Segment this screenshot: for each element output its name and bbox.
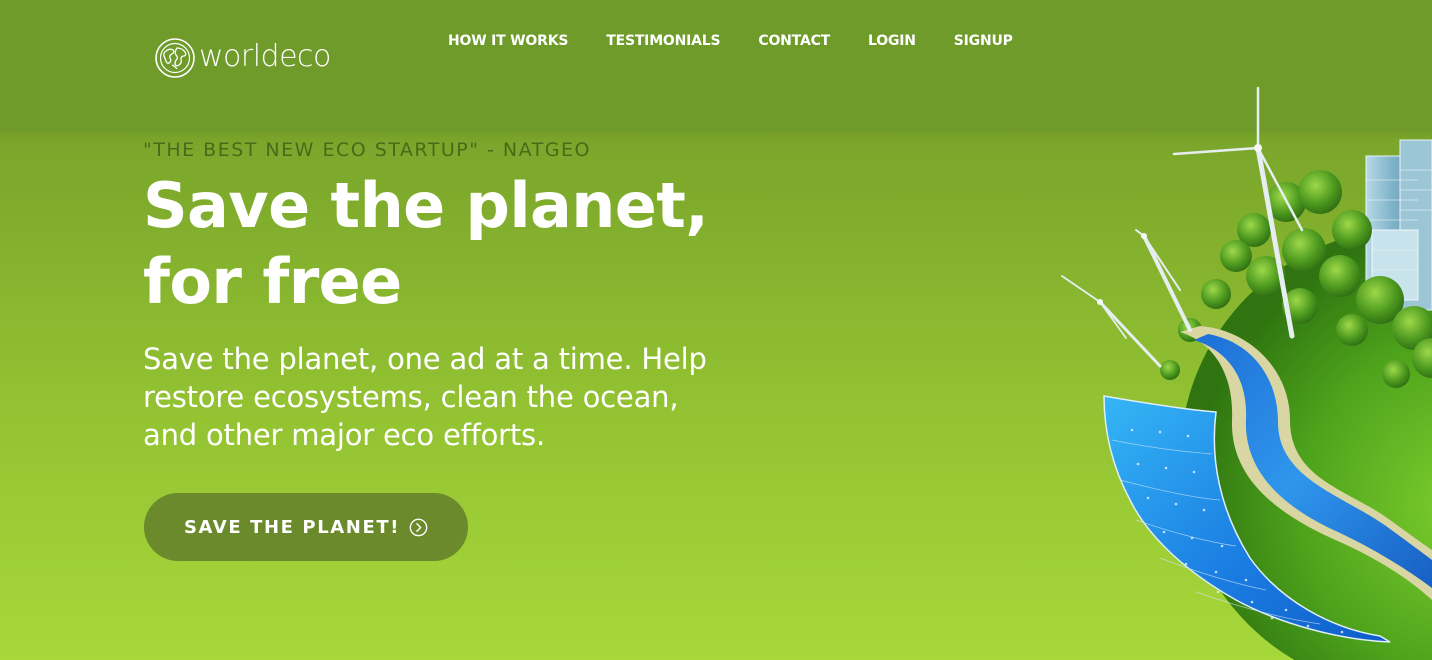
- cta-label: SAVE THE PLANET!: [183, 516, 401, 538]
- hero-subtext: Save the planet, one ad at a time. Help …: [143, 340, 783, 454]
- headline-line-2: for free: [143, 245, 402, 318]
- main-nav: HOW IT WORKS TESTIMONIALS CONTACT LOGIN …: [448, 33, 1013, 49]
- save-the-planet-button[interactable]: SAVE THE PLANET!: [144, 493, 468, 561]
- brand-name: worldeco: [199, 39, 331, 74]
- press-quote: "THE BEST NEW ECO STARTUP" - NATGEO: [143, 139, 591, 161]
- headline-line-1: Save the planet,: [143, 169, 709, 242]
- eco-globe-illustration: [1061, 86, 1432, 660]
- nav-signup[interactable]: SIGNUP: [954, 33, 1013, 49]
- globe-icon: [155, 38, 195, 78]
- subtext-line-3: and other major eco efforts.: [143, 418, 545, 452]
- subtext-line-2: restore ecosystems, clean the ocean,: [143, 380, 679, 414]
- subtext-line-1: Save the planet, one ad at a time. Help: [143, 342, 707, 376]
- nav-how-it-works[interactable]: HOW IT WORKS: [448, 33, 568, 49]
- brand-logo[interactable]: worldeco: [154, 36, 331, 80]
- nav-contact[interactable]: CONTACT: [758, 33, 830, 49]
- hero-headline: Save the planet, for free: [143, 168, 843, 320]
- nav-login[interactable]: LOGIN: [868, 33, 916, 49]
- chevron-right-circle-icon: [409, 518, 428, 536]
- nav-testimonials[interactable]: TESTIMONIALS: [606, 33, 720, 49]
